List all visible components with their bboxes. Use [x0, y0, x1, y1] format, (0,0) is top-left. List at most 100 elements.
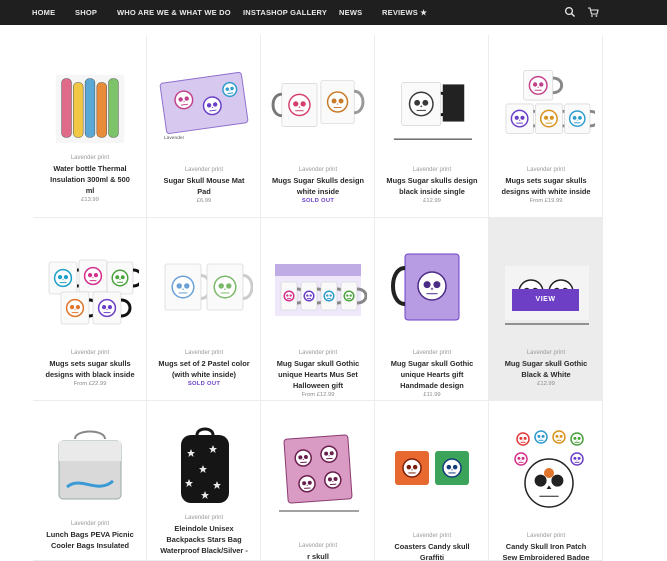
product-card[interactable]: Lavender Lavender print Sugar Skull Mouse …	[147, 35, 261, 218]
nav-about[interactable]: WHO ARE WE & WHAT WE DO	[117, 8, 231, 17]
product-image[interactable]	[41, 425, 139, 513]
product-card[interactable]: Lavender print r skull	[261, 401, 375, 561]
product-title[interactable]: designs with white inside	[489, 186, 602, 197]
product-vendor[interactable]: Lavender print	[147, 513, 260, 523]
product-title[interactable]: Handmade design	[375, 380, 488, 391]
product-vendor[interactable]: Lavender print	[261, 165, 374, 175]
product-image[interactable]: Lavender	[155, 59, 253, 145]
product-image[interactable]	[155, 425, 253, 513]
product-meta: Lavender print Mugs Sugar skulls design bl…	[375, 165, 488, 206]
product-title[interactable]: Halloween gift	[261, 380, 374, 391]
product-image[interactable]	[41, 65, 139, 151]
product-card[interactable]: Lavender print Coasters Candy skull Graffi…	[375, 401, 489, 561]
product-vendor[interactable]: Lavender print	[33, 348, 146, 358]
product-vendor[interactable]: Lavender print	[375, 348, 488, 358]
nav-shop[interactable]: SHOP	[75, 8, 97, 17]
product-vendor[interactable]: Lavender print	[33, 519, 146, 529]
product-price: £13.99	[81, 197, 99, 203]
product-title[interactable]: Black & White	[489, 369, 602, 380]
product-meta: Lavender print Lunch Bags PEVA Picnic Cool…	[33, 519, 146, 551]
product-meta: Lavender print Eleindole Unisex Backpacks …	[147, 513, 260, 556]
product-price: From £19.99	[529, 198, 563, 204]
product-meta: Lavender print Mug Sugar skull Gothic uniq…	[261, 348, 374, 400]
product-title[interactable]: Graffiti	[375, 552, 488, 560]
product-title[interactable]: Mug Sugar skull Gothic	[375, 358, 488, 369]
product-vendor[interactable]: Lavender print	[375, 531, 488, 541]
product-image[interactable]	[383, 59, 481, 145]
product-title[interactable]: Insulation 300ml & 500	[33, 174, 146, 185]
product-meta: Lavender print Mugs Sugar Skulls design wh…	[261, 165, 374, 206]
product-vendor[interactable]: Lavender print	[261, 541, 374, 551]
product-title[interactable]: Water bottle Thermal	[33, 163, 146, 174]
nav-instashop[interactable]: INSTASHOP GALLERY	[243, 8, 327, 17]
product-image[interactable]	[497, 59, 601, 145]
product-title[interactable]: Mugs Sugar Skulls design	[261, 175, 374, 186]
product-title[interactable]: Coasters Candy skull	[375, 541, 488, 552]
search-icon[interactable]	[564, 6, 576, 18]
product-title[interactable]: Mugs sets sugar skulls	[489, 175, 602, 186]
product-title[interactable]: Sew Embroidered Badge	[489, 552, 602, 560]
product-card[interactable]: Lavender print Mugs set of 2 Pastel color…	[147, 218, 261, 401]
product-title[interactable]: Mugs set of 2 Pastel color	[147, 358, 260, 369]
product-meta: Lavender print Sugar Skull Mouse Mat Pad £6…	[147, 165, 260, 206]
product-title[interactable]: Mugs Sugar skulls design	[375, 175, 488, 186]
product-vendor[interactable]: Lavender print	[489, 165, 602, 175]
product-title[interactable]: r skull	[261, 551, 374, 560]
product-image[interactable]	[497, 425, 595, 513]
product-image[interactable]	[497, 242, 595, 330]
product-card[interactable]: Lavender print Mugs sets sugar skulls desi…	[33, 218, 147, 401]
product-title[interactable]: Candy Skull Iron Patch	[489, 541, 602, 552]
product-title[interactable]: unique Hearts gift	[375, 369, 488, 380]
product-card[interactable]: Lavender print Lunch Bags PEVA Picnic Cool…	[33, 401, 147, 561]
product-image[interactable]	[383, 425, 481, 513]
product-vendor[interactable]: Lavender print	[489, 348, 602, 358]
product-title[interactable]: Backpacks Stars Bag	[147, 534, 260, 545]
product-card[interactable]: Lavender print Water bottle Thermal Insula…	[33, 35, 147, 218]
product-image[interactable]	[41, 242, 144, 330]
product-title[interactable]: ml	[33, 185, 146, 196]
product-image[interactable]	[383, 242, 481, 330]
product-title[interactable]: white inside	[261, 186, 374, 197]
product-title[interactable]: Cooler Bags Insulated	[33, 540, 146, 551]
product-vendor[interactable]: Lavender print	[489, 531, 602, 541]
product-title[interactable]: Mugs sets sugar skulls	[33, 358, 146, 369]
product-image[interactable]	[269, 59, 367, 145]
product-vendor[interactable]: Lavender print	[261, 348, 374, 358]
nav-reviews[interactable]: REVIEWS ★	[382, 8, 427, 17]
product-card[interactable]: Lavender print Mug Sugar skull Gothic uniq…	[261, 218, 375, 401]
product-title[interactable]: (with white inside)	[147, 369, 260, 380]
product-card[interactable]: VIEW Lavender print Mug Sugar skull Gothic…	[489, 218, 603, 401]
product-price: £11.99	[423, 392, 441, 398]
product-card[interactable]: Lavender print Mugs Sugar Skulls design wh…	[261, 35, 375, 218]
product-card[interactable]: Lavender print Mugs sets sugar skulls desi…	[489, 35, 603, 218]
product-image[interactable]	[269, 425, 367, 513]
product-title[interactable]: Lunch Bags PEVA Picnic	[33, 529, 146, 540]
product-meta: Lavender print Water bottle Thermal Insula…	[33, 153, 146, 205]
product-vendor[interactable]: Lavender print	[375, 165, 488, 175]
nav-news[interactable]: NEWS	[339, 8, 362, 17]
product-title[interactable]: unique Hearts Mus Set	[261, 369, 374, 380]
product-card[interactable]: Lavender print Candy Skull Iron Patch Sew …	[489, 401, 603, 561]
product-title[interactable]: Pad	[147, 186, 260, 197]
product-title[interactable]: designs with black inside	[33, 369, 146, 380]
product-title[interactable]: Eleindole Unisex	[147, 523, 260, 534]
product-title[interactable]: black inside single	[375, 186, 488, 197]
product-image[interactable]	[269, 242, 368, 330]
product-vendor[interactable]: Lavender print	[147, 165, 260, 175]
product-meta: Lavender print Mugs set of 2 Pastel color…	[147, 348, 260, 389]
product-meta: Lavender print Mugs sets sugar skulls desi…	[489, 165, 602, 206]
product-card[interactable]: Lavender print Mugs Sugar skulls design bl…	[375, 35, 489, 218]
product-title[interactable]: Mug Sugar skull Gothic	[489, 358, 602, 369]
product-title[interactable]: Waterproof Black/Silver -	[147, 545, 260, 556]
product-card[interactable]: Lavender print Mug Sugar skull Gothic uniq…	[375, 218, 489, 401]
product-title[interactable]: Sugar Skull Mouse Mat	[147, 175, 260, 186]
product-card[interactable]: Lavender print Eleindole Unisex Backpacks …	[147, 401, 261, 561]
cart-icon[interactable]	[587, 6, 599, 18]
product-title[interactable]: Mug Sugar skull Gothic	[261, 358, 374, 369]
product-image[interactable]	[155, 242, 254, 330]
product-vendor[interactable]: Lavender print	[147, 348, 260, 358]
product-vendor[interactable]: Lavender print	[33, 153, 146, 163]
nav-home[interactable]: HOME	[32, 8, 55, 17]
view-product-button[interactable]: VIEW	[512, 289, 579, 311]
product-price: £12.99	[537, 381, 555, 387]
